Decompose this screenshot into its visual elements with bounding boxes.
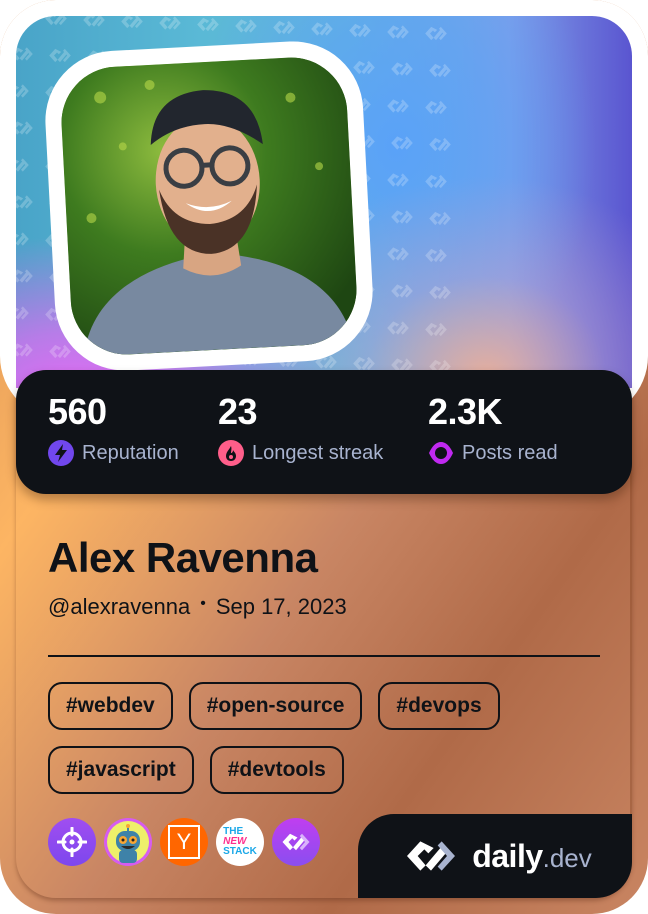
pattern-logo-icon: [16, 269, 33, 283]
cover-background: [16, 16, 632, 388]
stats-panel: 560 Reputation 23 Longest streak 2.3K Po…: [16, 370, 632, 494]
pattern-logo-icon: [16, 16, 29, 24]
source-hacker-news[interactable]: Y: [160, 818, 208, 866]
pattern-logo-icon: [273, 20, 295, 35]
pattern-logo-icon: [387, 321, 409, 335]
pattern-logo-icon: [429, 285, 451, 300]
sources-list: Y THE NEW STACK: [48, 818, 320, 866]
profile-subtitle: @alexravenna • Sep 17, 2023: [48, 592, 347, 622]
pattern-logo-icon: [429, 137, 451, 152]
pattern-logo-icon: [387, 247, 409, 261]
source-the-new-stack[interactable]: THE NEW STACK: [216, 818, 264, 866]
username: @alexravenna: [48, 594, 191, 619]
profile-name: Alex Ravenna: [48, 534, 318, 581]
pattern-logo-icon: [49, 48, 71, 63]
pattern-logo-icon: [121, 16, 143, 29]
pattern-logo-icon: [353, 60, 375, 75]
streak-value: 23: [218, 391, 258, 432]
pattern-logo-icon: [45, 16, 67, 26]
pattern-logo-icon: [16, 232, 29, 246]
pattern-logo-icon: [235, 19, 257, 33]
stat-posts-read: 2.3K Posts read: [428, 390, 558, 466]
tags-list: #webdev #open-source #devops #javascript…: [48, 682, 608, 794]
tag-chip[interactable]: #webdev: [48, 682, 173, 730]
pattern-logo-icon: [83, 16, 105, 27]
tag-chip[interactable]: #open-source: [188, 682, 363, 730]
avatar: [58, 54, 360, 358]
pattern-logo-icon: [353, 356, 375, 371]
separator: •: [200, 595, 206, 612]
pattern-logo-icon: [391, 136, 413, 150]
daily-dev-logo-icon: [407, 841, 456, 871]
daily-dev-icon: [282, 833, 310, 851]
avatar-frame: [41, 37, 377, 375]
pattern-logo-icon: [391, 210, 413, 224]
brand-badge: daily.dev: [358, 814, 632, 898]
source-crosshair[interactable]: [48, 818, 96, 866]
pattern-logo-icon: [425, 322, 447, 337]
pattern-logo-icon: [429, 211, 451, 226]
reputation-label: Reputation: [82, 442, 179, 464]
flame-icon: [218, 440, 244, 466]
pattern-logo-icon: [16, 47, 33, 61]
pattern-logo-icon: [387, 173, 409, 187]
pattern-logo-icon: [387, 25, 409, 39]
brand-tld: .dev: [542, 842, 592, 873]
pattern-logo-icon: [391, 284, 413, 298]
pattern-logo-icon: [16, 306, 29, 320]
eye-icon: [429, 442, 453, 464]
brand-word: daily: [472, 837, 543, 874]
lightning-icon: [48, 440, 74, 466]
pattern-logo-icon: [16, 84, 29, 98]
tag-chip[interactable]: #devtools: [209, 746, 344, 794]
crosshair-icon: [57, 827, 87, 857]
posts-read-value: 2.3K: [428, 391, 503, 432]
tag-chip[interactable]: #javascript: [48, 746, 194, 794]
tns-line-3: STACK: [223, 846, 257, 857]
y-combinator-icon: Y: [168, 825, 200, 859]
streak-label: Longest streak: [252, 442, 384, 464]
join-date: Sep 17, 2023: [215, 594, 347, 619]
posts-read-label: Posts read: [462, 442, 558, 464]
pattern-logo-icon: [429, 63, 451, 78]
avatar-image: [58, 54, 360, 358]
robot-icon: [107, 821, 149, 863]
stat-reputation: 560 Reputation: [48, 390, 179, 466]
pattern-logo-icon: [349, 23, 371, 38]
pattern-logo-icon: [197, 17, 219, 32]
pattern-logo-icon: [159, 16, 181, 30]
pattern-logo-icon: [425, 248, 447, 263]
pattern-logo-icon: [387, 99, 409, 113]
pattern-logo-icon: [311, 22, 333, 36]
pattern-logo-icon: [425, 100, 447, 115]
source-daily-dev[interactable]: [272, 818, 320, 866]
tag-chip[interactable]: #devops: [378, 682, 500, 730]
devcard: 560 Reputation 23 Longest streak 2.3K Po…: [0, 0, 648, 914]
divider: [48, 655, 600, 657]
source-robot[interactable]: [104, 818, 152, 866]
pattern-logo-icon: [16, 195, 33, 209]
pattern-logo-icon: [49, 344, 71, 359]
pattern-logo-icon: [16, 343, 33, 357]
pattern-logo-icon: [16, 158, 29, 172]
pattern-logo-icon: [16, 121, 33, 135]
pattern-logo-icon: [425, 174, 447, 189]
the-new-stack-icon: THE NEW STACK: [223, 827, 257, 857]
stat-longest-streak: 23 Longest streak: [218, 390, 383, 466]
reputation-value: 560: [48, 391, 107, 432]
pattern-logo-icon: [425, 26, 447, 41]
pattern-logo-icon: [391, 62, 413, 76]
